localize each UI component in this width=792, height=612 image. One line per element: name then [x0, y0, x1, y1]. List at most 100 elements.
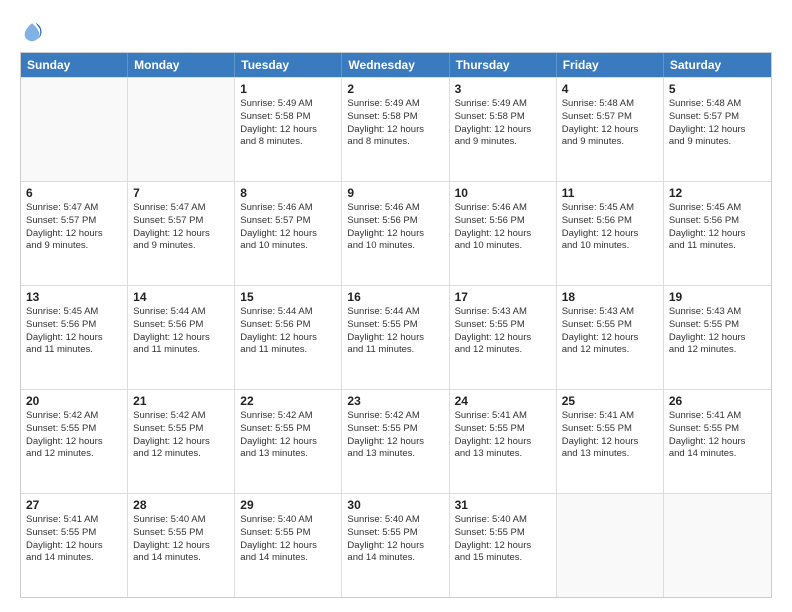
- day-number: 22: [240, 394, 336, 408]
- cell-info: Sunrise: 5:40 AM Sunset: 5:55 PM Dayligh…: [347, 514, 443, 565]
- cell-info: Sunrise: 5:41 AM Sunset: 5:55 PM Dayligh…: [26, 514, 122, 565]
- cell-info: Sunrise: 5:42 AM Sunset: 5:55 PM Dayligh…: [347, 410, 443, 461]
- calendar-cell: 3 Sunrise: 5:49 AM Sunset: 5:58 PM Daylig…: [450, 78, 557, 181]
- header-day-monday: Monday: [128, 53, 235, 77]
- cell-info: Sunrise: 5:49 AM Sunset: 5:58 PM Dayligh…: [240, 98, 336, 149]
- calendar-cell: 18 Sunrise: 5:43 AM Sunset: 5:55 PM Dayli…: [557, 286, 664, 389]
- calendar-cell: 5 Sunrise: 5:48 AM Sunset: 5:57 PM Daylig…: [664, 78, 771, 181]
- day-number: 15: [240, 290, 336, 304]
- calendar-cell: 9 Sunrise: 5:46 AM Sunset: 5:56 PM Daylig…: [342, 182, 449, 285]
- cell-info: Sunrise: 5:45 AM Sunset: 5:56 PM Dayligh…: [669, 202, 766, 253]
- calendar-cell: 23 Sunrise: 5:42 AM Sunset: 5:55 PM Dayli…: [342, 390, 449, 493]
- day-number: 21: [133, 394, 229, 408]
- cell-info: Sunrise: 5:45 AM Sunset: 5:56 PM Dayligh…: [26, 306, 122, 357]
- calendar-cell: 15 Sunrise: 5:44 AM Sunset: 5:56 PM Dayli…: [235, 286, 342, 389]
- cell-info: Sunrise: 5:48 AM Sunset: 5:57 PM Dayligh…: [562, 98, 658, 149]
- calendar-cell: 31 Sunrise: 5:40 AM Sunset: 5:55 PM Dayli…: [450, 494, 557, 597]
- calendar-cell: 11 Sunrise: 5:45 AM Sunset: 5:56 PM Dayli…: [557, 182, 664, 285]
- header-day-tuesday: Tuesday: [235, 53, 342, 77]
- day-number: 27: [26, 498, 122, 512]
- cell-info: Sunrise: 5:40 AM Sunset: 5:55 PM Dayligh…: [240, 514, 336, 565]
- cell-info: Sunrise: 5:49 AM Sunset: 5:58 PM Dayligh…: [455, 98, 551, 149]
- day-number: 3: [455, 82, 551, 96]
- day-number: 19: [669, 290, 766, 304]
- calendar-cell: 16Sunrise: 5:44 AM Sunset: 5:55 PM Dayli…: [342, 286, 449, 389]
- day-number: 17: [455, 290, 551, 304]
- day-number: 30: [347, 498, 443, 512]
- calendar-cell: 26 Sunrise: 5:41 AM Sunset: 5:55 PM Dayli…: [664, 390, 771, 493]
- header: [20, 18, 772, 44]
- calendar-cell: 6 Sunrise: 5:47 AM Sunset: 5:57 PM Daylig…: [21, 182, 128, 285]
- calendar-cell: 22 Sunrise: 5:42 AM Sunset: 5:55 PM Dayli…: [235, 390, 342, 493]
- cell-info: Sunrise: 5:43 AM Sunset: 5:55 PM Dayligh…: [562, 306, 658, 357]
- header-day-saturday: Saturday: [664, 53, 771, 77]
- calendar-cell: 8 Sunrise: 5:46 AM Sunset: 5:57 PM Daylig…: [235, 182, 342, 285]
- cell-info: Sunrise: 5:41 AM Sunset: 5:55 PM Dayligh…: [562, 410, 658, 461]
- cell-info: Sunrise: 5:45 AM Sunset: 5:56 PM Dayligh…: [562, 202, 658, 253]
- cell-info: Sunrise: 5:46 AM Sunset: 5:56 PM Dayligh…: [347, 202, 443, 253]
- cell-info: Sunrise: 5:42 AM Sunset: 5:55 PM Dayligh…: [26, 410, 122, 461]
- day-number: 29: [240, 498, 336, 512]
- day-number: 14: [133, 290, 229, 304]
- calendar-cell: 2Sunrise: 5:49 AM Sunset: 5:58 PM Daylig…: [342, 78, 449, 181]
- calendar-cell: 7 Sunrise: 5:47 AM Sunset: 5:57 PM Daylig…: [128, 182, 235, 285]
- day-number: 24: [455, 394, 551, 408]
- page: SundayMondayTuesdayWednesdayThursdayFrid…: [0, 0, 792, 612]
- cell-info: Sunrise: 5:44 AM Sunset: 5:56 PM Dayligh…: [240, 306, 336, 357]
- day-number: 26: [669, 394, 766, 408]
- header-day-wednesday: Wednesday: [342, 53, 449, 77]
- calendar-week-3: 13 Sunrise: 5:45 AM Sunset: 5:56 PM Dayli…: [21, 285, 771, 389]
- day-number: 1: [240, 82, 336, 96]
- calendar-cell: 25 Sunrise: 5:41 AM Sunset: 5:55 PM Dayli…: [557, 390, 664, 493]
- calendar-cell: 13 Sunrise: 5:45 AM Sunset: 5:56 PM Dayli…: [21, 286, 128, 389]
- logo: [20, 18, 48, 44]
- cell-info: Sunrise: 5:40 AM Sunset: 5:55 PM Dayligh…: [133, 514, 229, 565]
- calendar-week-2: 6 Sunrise: 5:47 AM Sunset: 5:57 PM Daylig…: [21, 181, 771, 285]
- cell-info: Sunrise: 5:46 AM Sunset: 5:57 PM Dayligh…: [240, 202, 336, 253]
- day-number: 25: [562, 394, 658, 408]
- day-number: 10: [455, 186, 551, 200]
- calendar-body: 1 Sunrise: 5:49 AM Sunset: 5:58 PM Daylig…: [21, 77, 771, 597]
- cell-info: Sunrise: 5:40 AM Sunset: 5:55 PM Dayligh…: [455, 514, 551, 565]
- calendar-header: SundayMondayTuesdayWednesdayThursdayFrid…: [21, 53, 771, 77]
- day-number: 20: [26, 394, 122, 408]
- cell-info: Sunrise: 5:41 AM Sunset: 5:55 PM Dayligh…: [669, 410, 766, 461]
- cell-info: Sunrise: 5:43 AM Sunset: 5:55 PM Dayligh…: [669, 306, 766, 357]
- day-number: 18: [562, 290, 658, 304]
- calendar: SundayMondayTuesdayWednesdayThursdayFrid…: [20, 52, 772, 598]
- cell-info: Sunrise: 5:43 AM Sunset: 5:55 PM Dayligh…: [455, 306, 551, 357]
- calendar-week-5: 27 Sunrise: 5:41 AM Sunset: 5:55 PM Dayli…: [21, 493, 771, 597]
- day-number: 11: [562, 186, 658, 200]
- day-number: 7: [133, 186, 229, 200]
- cell-info: Sunrise: 5:42 AM Sunset: 5:55 PM Dayligh…: [240, 410, 336, 461]
- day-number: 13: [26, 290, 122, 304]
- day-number: 6: [26, 186, 122, 200]
- calendar-cell: 24 Sunrise: 5:41 AM Sunset: 5:55 PM Dayli…: [450, 390, 557, 493]
- calendar-cell: 27 Sunrise: 5:41 AM Sunset: 5:55 PM Dayli…: [21, 494, 128, 597]
- calendar-cell: 30 Sunrise: 5:40 AM Sunset: 5:55 PM Dayli…: [342, 494, 449, 597]
- day-number: 23: [347, 394, 443, 408]
- cell-info: Sunrise: 5:48 AM Sunset: 5:57 PM Dayligh…: [669, 98, 766, 149]
- calendar-cell: 4 Sunrise: 5:48 AM Sunset: 5:57 PM Daylig…: [557, 78, 664, 181]
- cell-info: Sunrise: 5:42 AM Sunset: 5:55 PM Dayligh…: [133, 410, 229, 461]
- day-number: 12: [669, 186, 766, 200]
- day-number: 31: [455, 498, 551, 512]
- calendar-cell: 19 Sunrise: 5:43 AM Sunset: 5:55 PM Dayli…: [664, 286, 771, 389]
- day-number: 16: [347, 290, 443, 304]
- cell-info: Sunrise: 5:41 AM Sunset: 5:55 PM Dayligh…: [455, 410, 551, 461]
- cell-info: Sunrise: 5:47 AM Sunset: 5:57 PM Dayligh…: [26, 202, 122, 253]
- cell-info: Sunrise: 5:46 AM Sunset: 5:56 PM Dayligh…: [455, 202, 551, 253]
- day-number: 4: [562, 82, 658, 96]
- calendar-cell: 14Sunrise: 5:44 AM Sunset: 5:56 PM Dayli…: [128, 286, 235, 389]
- cell-info: Sunrise: 5:49 AM Sunset: 5:58 PM Dayligh…: [347, 98, 443, 149]
- day-number: 5: [669, 82, 766, 96]
- calendar-cell: 17 Sunrise: 5:43 AM Sunset: 5:55 PM Dayli…: [450, 286, 557, 389]
- cell-info: Sunrise: 5:47 AM Sunset: 5:57 PM Dayligh…: [133, 202, 229, 253]
- calendar-cell: 29 Sunrise: 5:40 AM Sunset: 5:55 PM Dayli…: [235, 494, 342, 597]
- calendar-cell: [128, 78, 235, 181]
- day-number: 9: [347, 186, 443, 200]
- calendar-cell: 21 Sunrise: 5:42 AM Sunset: 5:55 PM Dayli…: [128, 390, 235, 493]
- header-day-thursday: Thursday: [450, 53, 557, 77]
- logo-icon: [20, 20, 44, 44]
- day-number: 8: [240, 186, 336, 200]
